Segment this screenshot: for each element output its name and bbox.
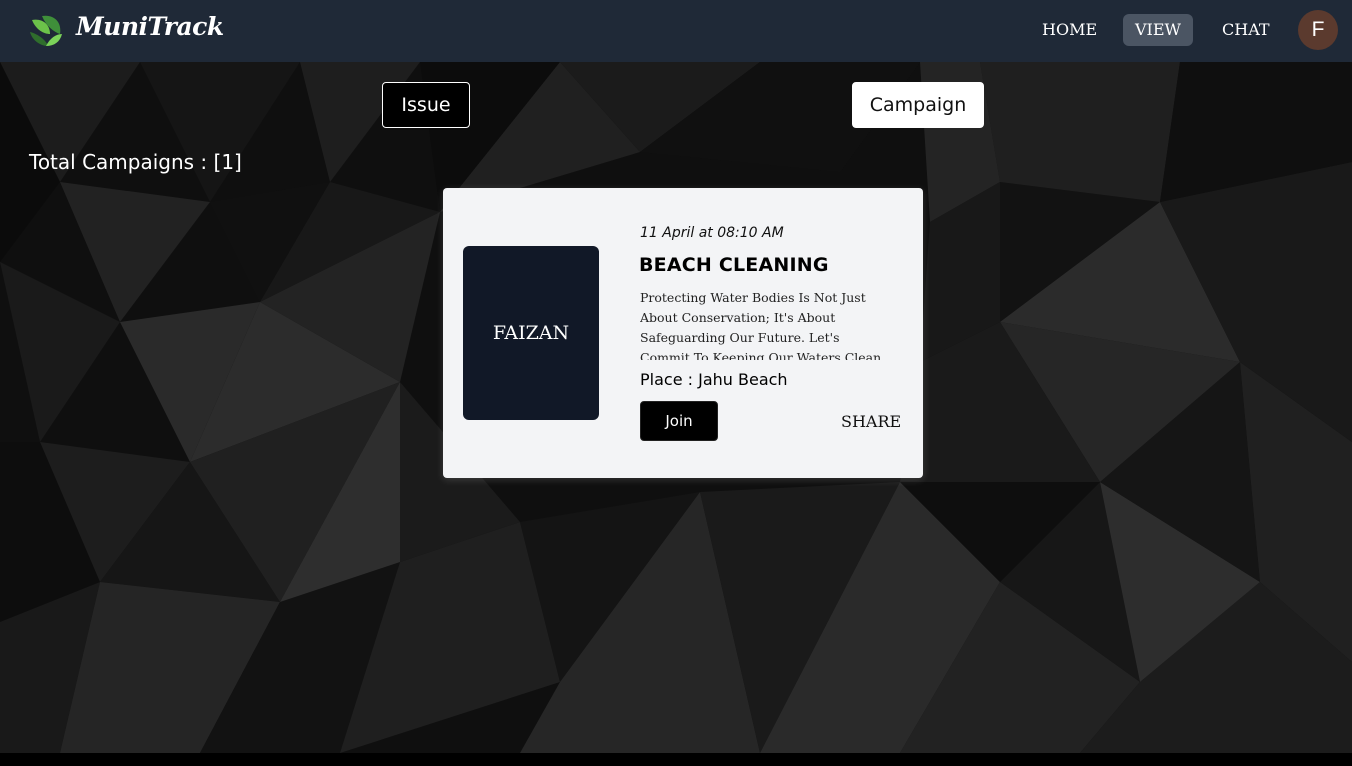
campaign-place: Place : Jahu Beach [640,370,788,389]
join-button[interactable]: Join [640,401,718,441]
nav-view[interactable]: VIEW [1123,14,1193,46]
campaign-card: FAIZAN 11 April at 08:10 AM BEACH CLEANI… [443,188,923,478]
campaign-description: Protecting Water Bodies Is Not Just Abou… [640,290,886,360]
leaf-logo-icon[interactable] [28,12,64,48]
nav-chat[interactable]: CHAT [1210,14,1282,46]
page: MuniTrack HOME VIEW CHAT F Issue Campaig… [0,0,1352,766]
avatar[interactable]: F [1298,10,1338,50]
navbar: MuniTrack HOME VIEW CHAT F [0,0,1352,62]
campaign-date: 11 April at 08:10 AM [640,225,784,241]
campaign-image-placeholder: FAIZAN [463,246,599,420]
share-button[interactable]: SHARE [841,412,901,431]
nav-home[interactable]: HOME [1030,14,1109,46]
campaign-title: BEACH CLEANING [639,254,829,276]
total-campaigns-count: Total Campaigns : [1] [29,150,242,174]
footer-strip [0,753,1352,766]
brand-name[interactable]: MuniTrack [76,12,224,41]
issue-toggle-button[interactable]: Issue [382,82,470,128]
campaign-toggle-button[interactable]: Campaign [852,82,984,128]
